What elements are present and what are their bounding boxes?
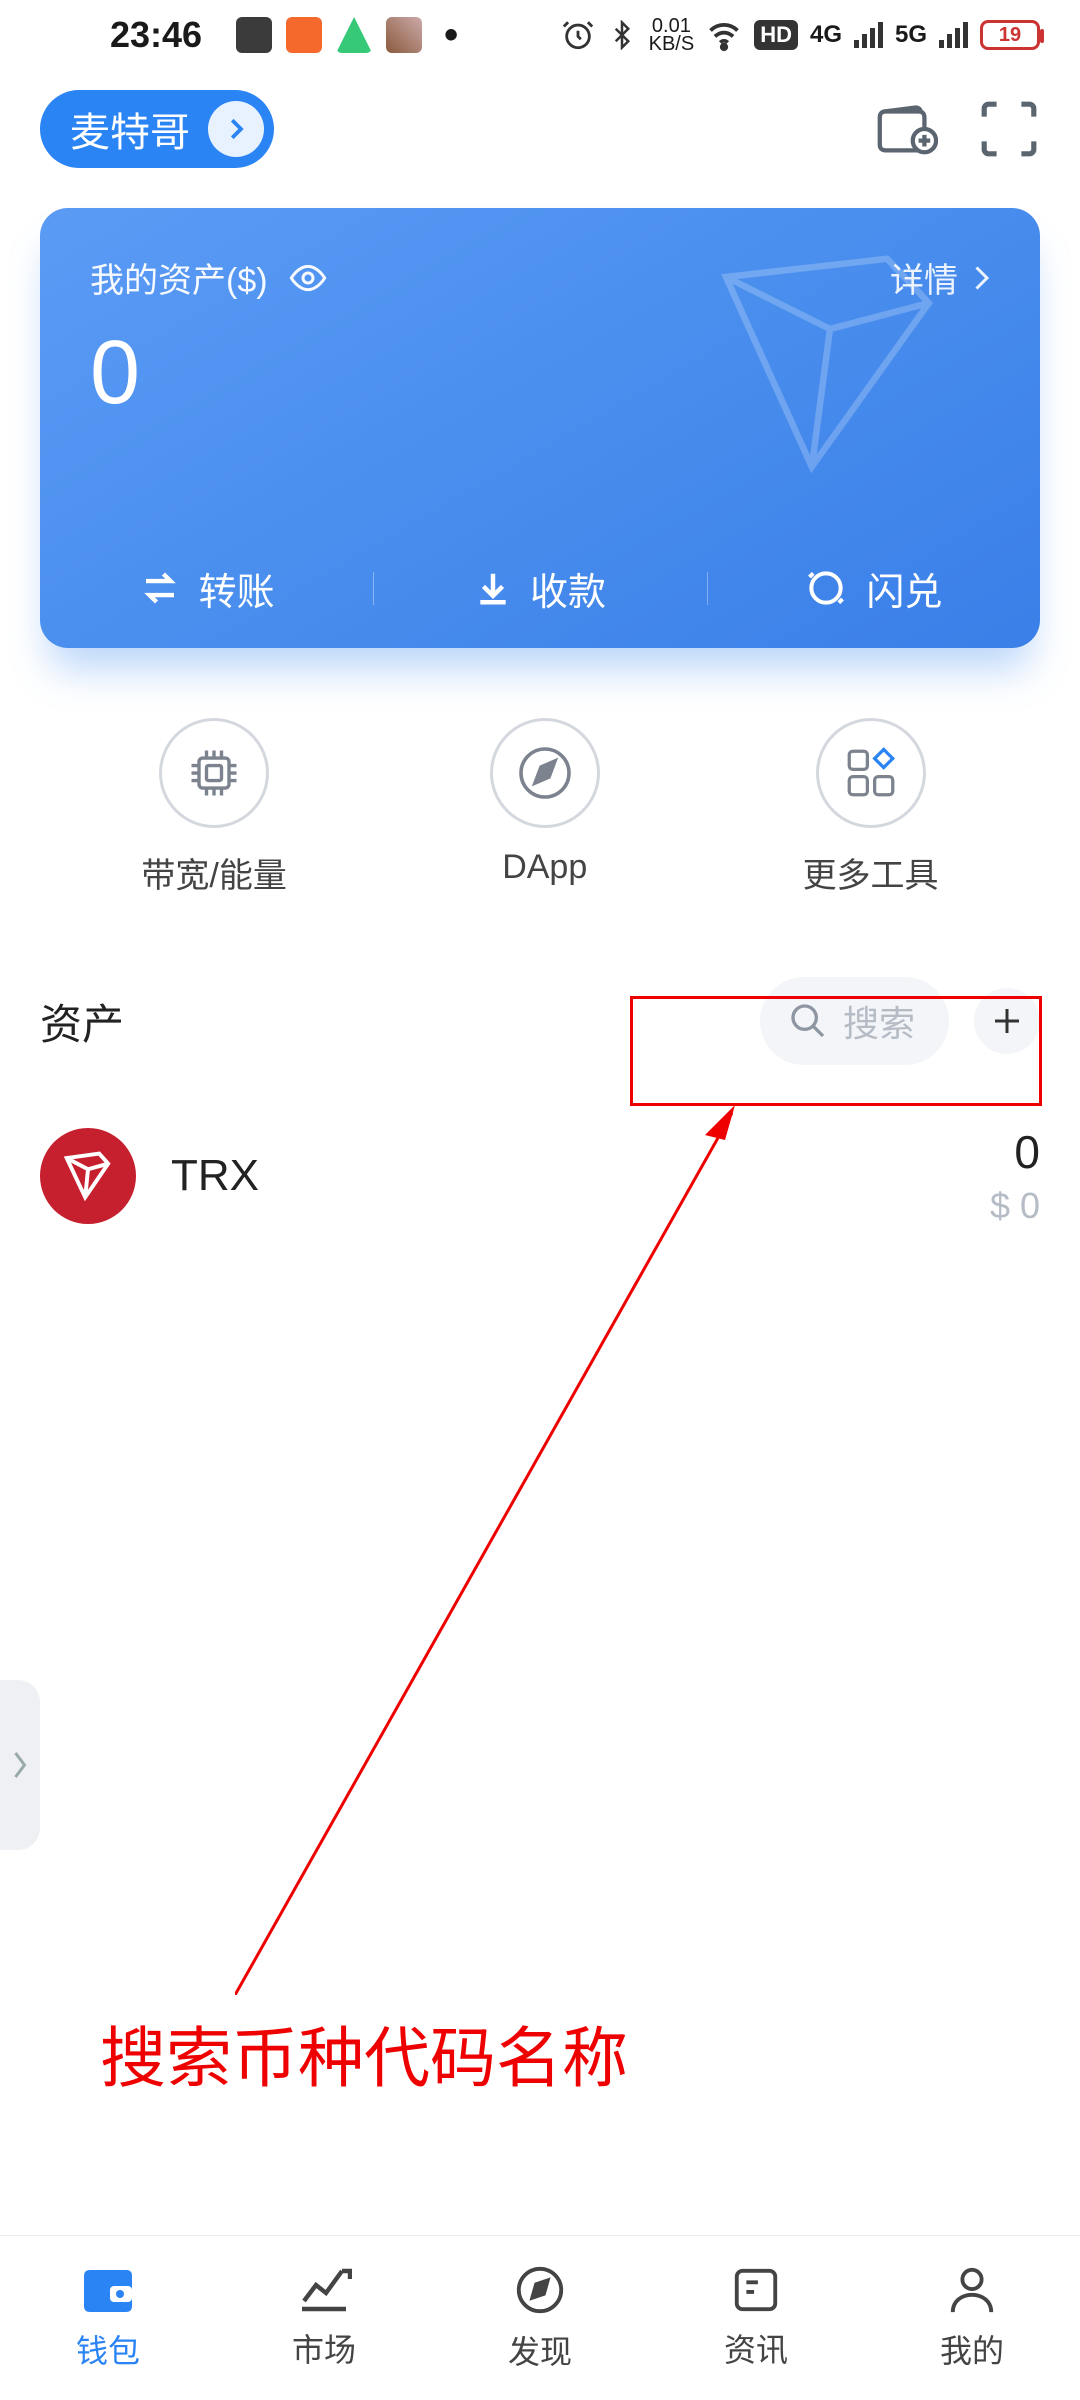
asset-balance: 0	[990, 1125, 1040, 1179]
dapp-button[interactable]: DApp	[490, 718, 600, 897]
more-tools-button[interactable]: 更多工具	[803, 718, 939, 897]
nav-wallet[interactable]: 钱包	[0, 2236, 216, 2400]
details-button[interactable]: 详情	[890, 253, 990, 302]
app-icon-2	[386, 17, 422, 53]
scan-icon[interactable]	[978, 98, 1040, 160]
chevron-right-icon	[972, 263, 990, 293]
my-assets-label: 我的资产($)	[90, 253, 268, 302]
chip-icon	[184, 743, 244, 803]
top-nav: 麦特哥	[0, 70, 1080, 198]
wechat-icon	[236, 17, 272, 53]
app-icon-1	[286, 17, 322, 53]
asset-row-trx[interactable]: TRX 0 $ 0	[0, 1090, 1080, 1262]
side-drawer-handle[interactable]	[0, 1680, 40, 1850]
wallet-name: 麦特哥	[70, 100, 190, 158]
swap-button[interactable]: 闪兑	[707, 561, 1040, 616]
asset-symbol: TRX	[171, 1151, 259, 1201]
status-bar: 23:46 • 0.01KB/S HD 4G 5G 19	[0, 0, 1080, 70]
battery-indicator: 19	[980, 20, 1040, 50]
alarm-icon	[561, 18, 595, 52]
transfer-icon	[139, 567, 181, 609]
compass-icon	[513, 2263, 567, 2317]
asset-amounts: 0 $ 0	[990, 1125, 1040, 1227]
location-icon	[336, 17, 372, 53]
receive-button[interactable]: 收款	[373, 561, 706, 616]
status-right: 0.01KB/S HD 4G 5G 19	[561, 17, 1040, 53]
dot-icon: •	[444, 13, 458, 58]
signal-bars-1	[854, 22, 883, 48]
bottom-nav: 钱包 市场 发现 资讯 我的	[0, 2235, 1080, 2400]
chevron-right-icon	[11, 1745, 29, 1785]
wifi-icon	[706, 17, 742, 53]
transfer-button[interactable]: 转账	[40, 561, 373, 616]
chevron-right-icon	[208, 101, 264, 157]
wallet-icon	[78, 2264, 138, 2316]
nav-mine[interactable]: 我的	[864, 2236, 1080, 2400]
asset-card: 我的资产($) 详情 0 转账 收款 闪兑	[40, 208, 1040, 648]
network-4g: 4G	[810, 21, 842, 49]
person-icon	[947, 2264, 997, 2316]
nav-market[interactable]: 市场	[216, 2236, 432, 2400]
nav-discover[interactable]: 发现	[432, 2236, 648, 2400]
quick-actions-row: 带宽/能量 DApp 更多工具	[0, 648, 1080, 947]
annotation-text: 搜索币种代码名称	[100, 2005, 628, 2101]
swap-icon	[804, 566, 848, 610]
chart-icon	[296, 2265, 352, 2315]
eye-icon[interactable]	[288, 263, 328, 293]
grid-icon	[842, 744, 900, 802]
data-rate: 0.01KB/S	[649, 17, 695, 53]
card-actions: 转账 收款 闪兑	[40, 528, 1040, 648]
network-5g: 5G	[895, 21, 927, 49]
asset-label-row: 我的资产($)	[90, 253, 328, 302]
status-time: 23:46	[110, 14, 202, 56]
assets-title: 资产	[40, 991, 124, 1052]
add-wallet-icon[interactable]	[872, 99, 938, 159]
annotation-box	[630, 996, 1042, 1106]
signal-bars-2	[939, 22, 968, 48]
asset-fiat: $ 0	[990, 1185, 1040, 1227]
bluetooth-icon	[607, 20, 637, 50]
status-left: 23:46 •	[110, 13, 458, 58]
hd-badge: HD	[754, 20, 798, 50]
trx-icon	[40, 1128, 136, 1224]
nav-news[interactable]: 资讯	[648, 2236, 864, 2400]
news-icon	[731, 2265, 781, 2315]
compass-icon	[513, 741, 577, 805]
bandwidth-button[interactable]: 带宽/能量	[141, 718, 286, 897]
wallet-selector[interactable]: 麦特哥	[40, 90, 274, 168]
receive-icon	[474, 569, 512, 607]
